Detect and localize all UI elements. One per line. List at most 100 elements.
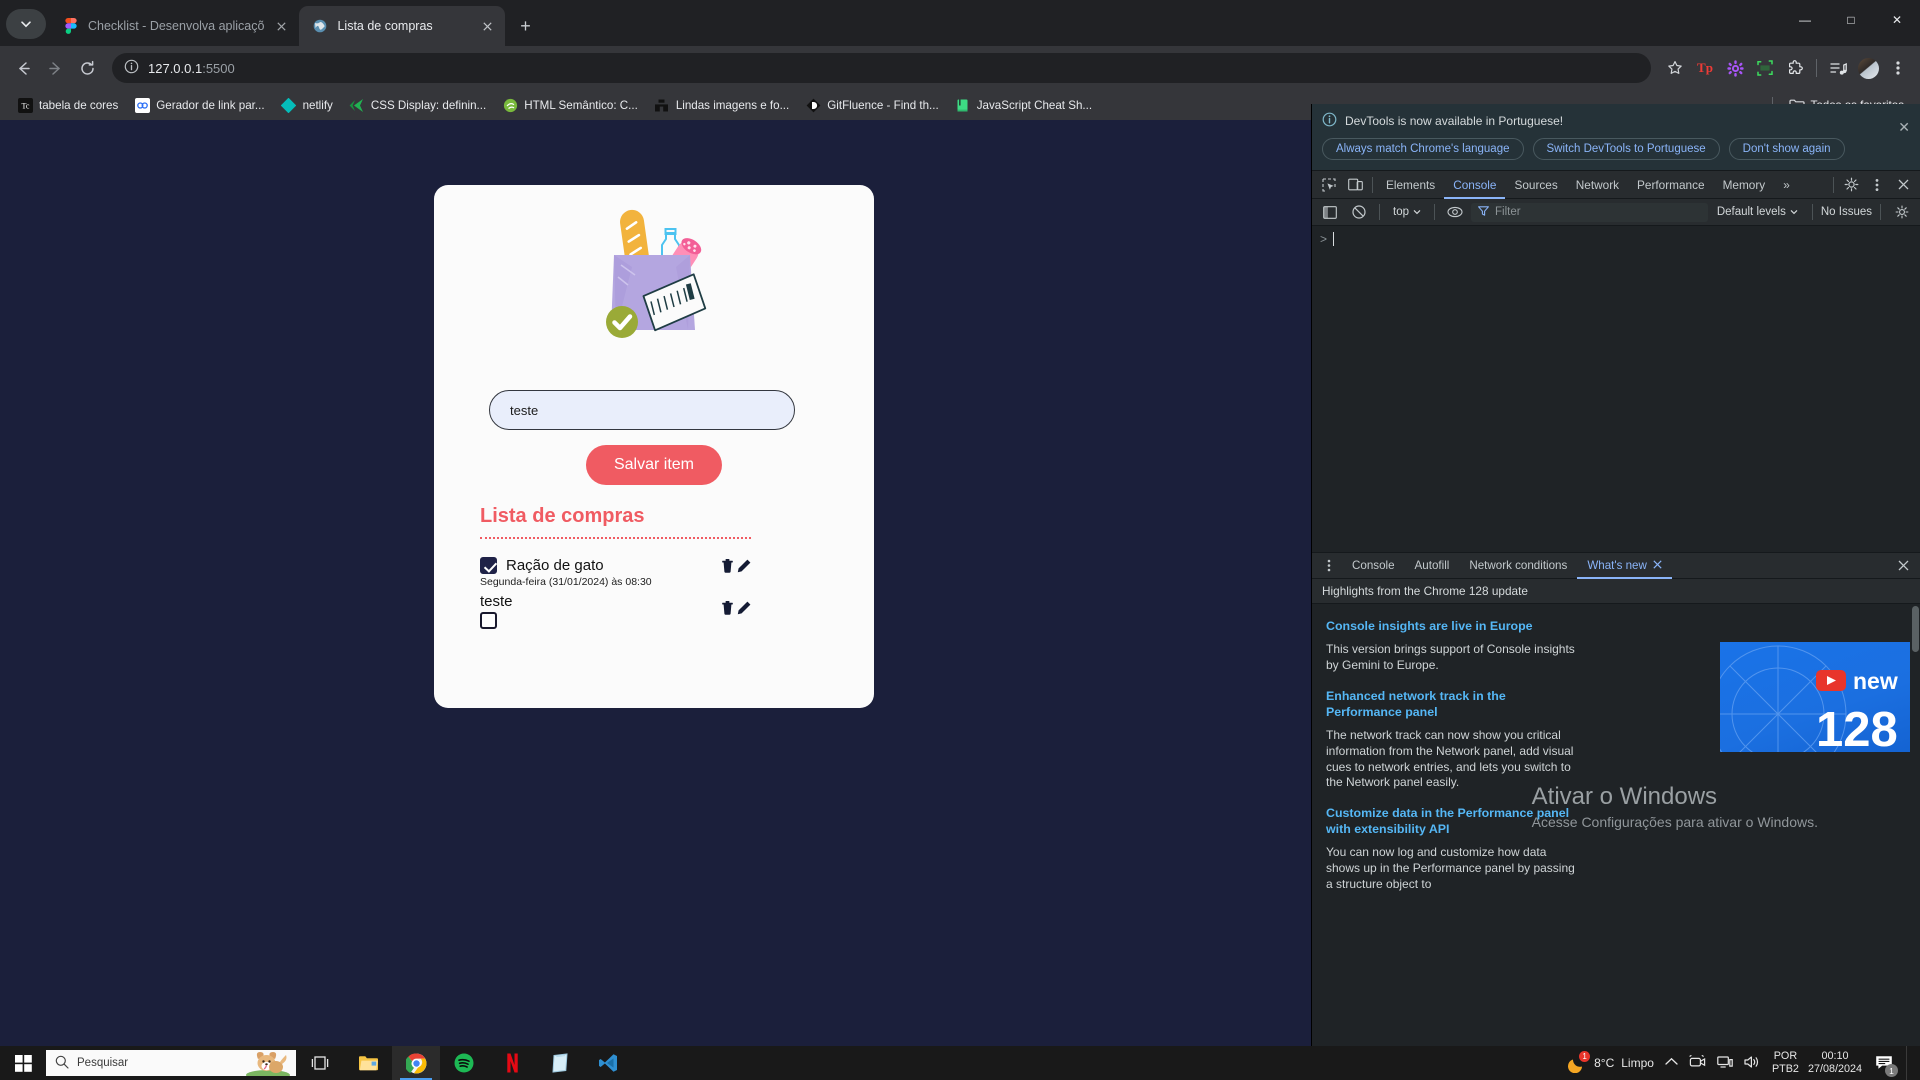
new-tab-button[interactable]: + (511, 12, 539, 40)
store-icon[interactable] (536, 1046, 584, 1080)
taskbar-clock-area[interactable]: POR PTB2 00:10 27/08/2024 (1772, 1050, 1862, 1077)
console-context-selector[interactable]: top (1387, 204, 1427, 220)
drawer-more-icon[interactable] (1316, 554, 1342, 578)
trash-icon[interactable] (721, 601, 734, 620)
close-icon[interactable] (1653, 559, 1662, 572)
tp-extension-icon[interactable]: Tp (1691, 54, 1719, 82)
back-button[interactable] (8, 53, 38, 83)
media-controls-icon[interactable] (1824, 54, 1852, 82)
close-icon[interactable] (273, 18, 289, 34)
whats-new-heading[interactable]: Customize data in the Performance panel … (1326, 805, 1576, 838)
show-hidden-icons-chevron[interactable] (1665, 1057, 1678, 1069)
pencil-icon[interactable] (737, 559, 751, 578)
close-icon[interactable] (479, 18, 495, 34)
close-drawer-icon[interactable] (1890, 554, 1916, 578)
chrome-menu-icon[interactable] (1884, 54, 1912, 82)
trash-icon[interactable] (721, 559, 734, 578)
console-context-value: top (1393, 206, 1409, 218)
language-indicator[interactable]: POR PTB2 (1772, 1050, 1799, 1077)
console-levels-selector[interactable]: Default levels (1711, 204, 1804, 220)
more-tabs-button[interactable]: » (1774, 171, 1799, 199)
console-filter-input[interactable]: Filter (1471, 202, 1708, 222)
drawer-tab-console[interactable]: Console (1342, 553, 1405, 579)
vscode-icon[interactable] (584, 1046, 632, 1080)
tab-memory[interactable]: Memory (1714, 171, 1775, 199)
clear-console-icon[interactable] (1346, 200, 1372, 224)
console-settings-icon[interactable] (1889, 200, 1915, 224)
notification-icon[interactable]: 1 (1873, 1052, 1898, 1077)
info-circle-icon[interactable] (124, 59, 139, 77)
item-checkbox[interactable] (480, 557, 497, 574)
close-window-button[interactable]: ✕ (1874, 0, 1920, 40)
whats-new-heading[interactable]: Console insights are live in Europe (1326, 618, 1576, 634)
switch-language-button[interactable]: Switch DevTools to Portuguese (1532, 138, 1720, 160)
drawer-tab-whats-new[interactable]: What's new (1577, 553, 1672, 579)
file-explorer-icon[interactable] (344, 1046, 392, 1080)
tab-sources[interactable]: Sources (1505, 171, 1566, 199)
chrome-icon[interactable] (392, 1046, 440, 1080)
bookmark-item[interactable]: GitFluence - Find th... (797, 94, 946, 116)
browser-tab-2[interactable]: Lista de compras (299, 6, 506, 46)
address-bar[interactable]: 127.0.0.1:5500 (112, 53, 1651, 83)
close-devtools-icon[interactable] (1890, 173, 1916, 197)
always-match-language-button[interactable]: Always match Chrome's language (1322, 138, 1524, 160)
device-toolbar-icon[interactable] (1342, 173, 1368, 197)
browser-tab-1[interactable]: Checklist - Desenvolva aplicaçõ (50, 6, 299, 46)
weather-temp: 8°C (1594, 1056, 1615, 1070)
drawer-tab-network-conditions[interactable]: Network conditions (1459, 553, 1577, 579)
profile-avatar[interactable] (1854, 54, 1882, 82)
issues-counter[interactable]: No Issues (1821, 206, 1872, 218)
reload-button[interactable] (72, 53, 102, 83)
svg-text:128: 128 (1816, 703, 1898, 752)
close-icon[interactable]: ✕ (1898, 119, 1910, 136)
spotify-icon[interactable] (440, 1046, 488, 1080)
settings-gear-icon[interactable] (1838, 173, 1864, 197)
dont-show-again-button[interactable]: Don't show again (1728, 138, 1845, 160)
screenshot-extension-icon[interactable] (1751, 54, 1779, 82)
css-tricks-icon (349, 97, 365, 113)
maximize-button[interactable]: □ (1828, 0, 1874, 40)
tab-performance[interactable]: Performance (1628, 171, 1714, 199)
console-output[interactable]: > (1312, 226, 1920, 552)
bookmark-item[interactable]: Lindas imagens e fo... (646, 94, 797, 116)
minimize-button[interactable]: — (1782, 0, 1828, 40)
divider (1434, 204, 1435, 220)
search-input[interactable]: Pesquisar (46, 1050, 296, 1076)
tab-console[interactable]: Console (1444, 171, 1505, 199)
bookmark-item[interactable]: CSS Display: definin... (341, 94, 494, 116)
volume-icon[interactable] (1744, 1055, 1761, 1072)
drawer-tab-autofill[interactable]: Autofill (1405, 553, 1460, 579)
live-expression-icon[interactable] (1442, 200, 1468, 224)
show-desktop-button[interactable] (1906, 1046, 1914, 1080)
whats-new-video-thumbnail[interactable]: new 128 (1720, 642, 1910, 752)
network-icon[interactable] (1717, 1055, 1733, 1072)
netflix-icon[interactable] (488, 1046, 536, 1080)
more-options-icon[interactable] (1864, 173, 1890, 197)
item-input[interactable]: teste (489, 390, 795, 430)
whats-new-heading[interactable]: Enhanced network track in the Performanc… (1326, 688, 1576, 721)
star-icon[interactable] (1661, 54, 1689, 82)
forward-button[interactable] (40, 53, 70, 83)
scrollbar-thumb[interactable] (1912, 606, 1919, 652)
item-checkbox[interactable] (480, 612, 497, 629)
bookmark-item[interactable]: netlify (273, 94, 341, 116)
bookmark-item[interactable]: Tc tabela de cores (9, 94, 126, 116)
pencil-icon[interactable] (737, 601, 751, 620)
tab-search-button[interactable] (6, 9, 46, 39)
weather-widget[interactable]: 1 8°C Limpo (1568, 1050, 1654, 1073)
inspect-icon[interactable] (1316, 173, 1342, 197)
whats-new-scrollbar[interactable] (1911, 604, 1920, 1046)
console-sidebar-icon[interactable] (1317, 200, 1343, 224)
bookmark-item[interactable]: HTML Semântico: C... (494, 94, 646, 116)
puzzle-extensions-icon[interactable] (1781, 54, 1809, 82)
windows-start-icon[interactable] (0, 1046, 46, 1080)
bookmark-item[interactable]: JavaScript Cheat Sh... (947, 94, 1100, 116)
meet-camera-icon[interactable] (1689, 1054, 1706, 1072)
task-view-icon[interactable] (296, 1046, 344, 1080)
clock[interactable]: 00:10 27/08/2024 (1808, 1050, 1862, 1077)
bookmark-item[interactable]: Gerador de link par... (126, 94, 272, 116)
tab-network[interactable]: Network (1567, 171, 1628, 199)
gear-extension-icon[interactable] (1721, 54, 1749, 82)
save-item-button[interactable]: Salvar item (585, 445, 723, 485)
tab-elements[interactable]: Elements (1377, 171, 1444, 199)
